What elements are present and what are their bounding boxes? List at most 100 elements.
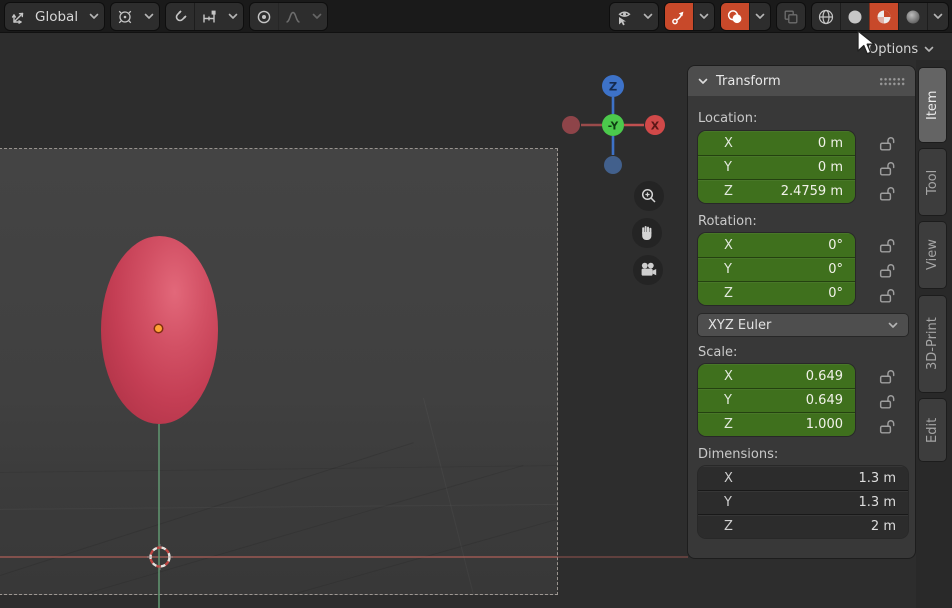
xray-toggle[interactable]	[777, 3, 805, 30]
scale-z-field[interactable]: Z 1.000	[698, 412, 855, 436]
axis-label: X	[724, 238, 733, 253]
rotation-x-field[interactable]: X 0°	[698, 233, 855, 257]
dimensions-fields: X 1.3 m Y 1.3 m Z 2 m	[698, 466, 908, 538]
shading-material-icon[interactable]	[869, 3, 898, 30]
zoom-icon	[640, 187, 658, 205]
pan-button[interactable]	[632, 218, 662, 248]
mouse-cursor	[855, 29, 877, 59]
axis-value: 1.3 m	[859, 471, 896, 486]
proportional-falloff-icon[interactable]	[278, 3, 307, 30]
navigation-gizmo[interactable]: Z X -Y	[556, 68, 670, 180]
axis-value: 0.649	[806, 369, 843, 384]
chevron-down-icon	[924, 46, 934, 53]
chevron-down-icon	[139, 3, 159, 30]
scale-y-field[interactable]: Y 0.649	[698, 388, 855, 412]
chevron-down-icon[interactable]	[693, 3, 714, 30]
lock-location-y-icon[interactable]	[878, 160, 895, 177]
tab-item[interactable]: Item	[919, 68, 946, 142]
location-y-field[interactable]: Y 0 m	[698, 155, 855, 179]
lock-location-x-icon[interactable]	[878, 135, 895, 152]
chevron-down-icon	[638, 3, 658, 30]
gizmo-z-label: Z	[609, 80, 617, 94]
sidebar-tabs: Item Tool View 3D-Print Edit	[916, 60, 952, 608]
panel-grip-icon[interactable]	[879, 77, 905, 86]
camera-view-icon	[639, 261, 657, 279]
rotation-mode-dropdown[interactable]: XYZ Euler	[698, 314, 908, 336]
grid-lines	[0, 149, 557, 594]
chevron-down-icon	[84, 3, 104, 30]
dimensions-x-field[interactable]: X 1.3 m	[698, 466, 908, 490]
tab-3d-print[interactable]: 3D-Print	[919, 296, 946, 392]
shading-wireframe-icon[interactable]	[812, 3, 840, 30]
chevron-down-icon[interactable]	[927, 3, 948, 30]
snap-target-icon[interactable]	[194, 3, 223, 30]
gizmo-neg-x-axis	[562, 116, 580, 134]
transform-orientation-dropdown[interactable]: Global	[5, 3, 104, 30]
pivot-point-dropdown[interactable]	[111, 3, 159, 30]
axis-label: Z	[724, 286, 733, 301]
snap-magnet-toggle[interactable]	[166, 3, 194, 30]
lock-location-z-icon[interactable]	[878, 185, 895, 202]
axis-label: Z	[724, 184, 733, 199]
lock-scale-x-icon[interactable]	[878, 368, 895, 385]
shading-rendered-icon[interactable]	[898, 3, 927, 30]
lock-scale-z-icon[interactable]	[878, 418, 895, 435]
lock-rotation-x-icon[interactable]	[878, 237, 895, 254]
axis-label: Y	[724, 262, 732, 277]
camera-bounds	[0, 148, 558, 595]
overlays-toggle[interactable]	[721, 3, 749, 30]
chevron-down-icon	[888, 322, 898, 329]
lock-rotation-z-icon[interactable]	[878, 287, 895, 304]
tab-label: Edit	[925, 417, 940, 442]
zoom-button[interactable]	[634, 181, 664, 211]
axis-value: 0 m	[818, 136, 843, 151]
tab-label: View	[925, 240, 940, 271]
location-z-field[interactable]: Z 2.4759 m	[698, 179, 855, 203]
rotation-z-field[interactable]: Z 0°	[698, 281, 855, 305]
lock-scale-y-icon[interactable]	[878, 393, 895, 410]
gizmo-x-label: X	[651, 120, 660, 133]
lock-rotation-y-icon[interactable]	[878, 262, 895, 279]
dimensions-z-field[interactable]: Z 2 m	[698, 514, 908, 538]
rotation-y-field[interactable]: Y 0°	[698, 257, 855, 281]
location-x-field[interactable]: X 0 m	[698, 131, 855, 155]
tab-view[interactable]: View	[919, 222, 946, 288]
scale-fields: X 0.649 Y 0.649 Z 1.000	[698, 364, 855, 436]
options-dropdown[interactable]: Options	[868, 38, 934, 60]
viewport-toggles-right	[610, 3, 948, 30]
location-label: Location:	[698, 111, 757, 126]
axis-label: X	[724, 471, 733, 486]
scale-x-field[interactable]: X 0.649	[698, 364, 855, 388]
proportional-edit-group	[250, 3, 327, 30]
axis-label: X	[724, 369, 733, 384]
tab-edit[interactable]: Edit	[919, 399, 946, 461]
gizmo-neg-z-axis	[604, 156, 622, 174]
axis-label: Z	[724, 417, 733, 432]
tab-tool[interactable]: Tool	[919, 149, 946, 215]
tool-settings-left: Global	[5, 3, 327, 30]
axis-label: Y	[724, 393, 732, 408]
chevron-down-icon[interactable]	[749, 3, 770, 30]
axis-label: Y	[724, 495, 732, 510]
xray-icon	[777, 3, 805, 30]
chevron-down-icon	[307, 3, 327, 30]
pivot-point-icon	[111, 3, 139, 30]
axis-label: X	[724, 136, 733, 151]
panel-title: Transform	[716, 74, 781, 89]
dimensions-y-field[interactable]: Y 1.3 m	[698, 490, 908, 514]
axis-value: 1.000	[806, 417, 843, 432]
3d-cursor	[146, 543, 174, 571]
viewport-header: Global	[0, 0, 952, 33]
overlays-group	[721, 3, 770, 30]
gizmo-neg-y-label: -Y	[608, 121, 619, 133]
camera-view-button[interactable]	[633, 255, 663, 285]
axis-value: 2.4759 m	[781, 184, 843, 199]
proportional-editing-toggle[interactable]	[250, 3, 278, 30]
visibility-dropdown[interactable]	[610, 3, 658, 30]
axis-value: 0.649	[806, 393, 843, 408]
gizmos-toggle[interactable]	[665, 3, 693, 30]
shading-solid-icon[interactable]	[840, 3, 869, 30]
orientation-label: Global	[33, 9, 84, 25]
transform-panel-header[interactable]: Transform	[688, 66, 915, 96]
snap-group	[166, 3, 243, 30]
